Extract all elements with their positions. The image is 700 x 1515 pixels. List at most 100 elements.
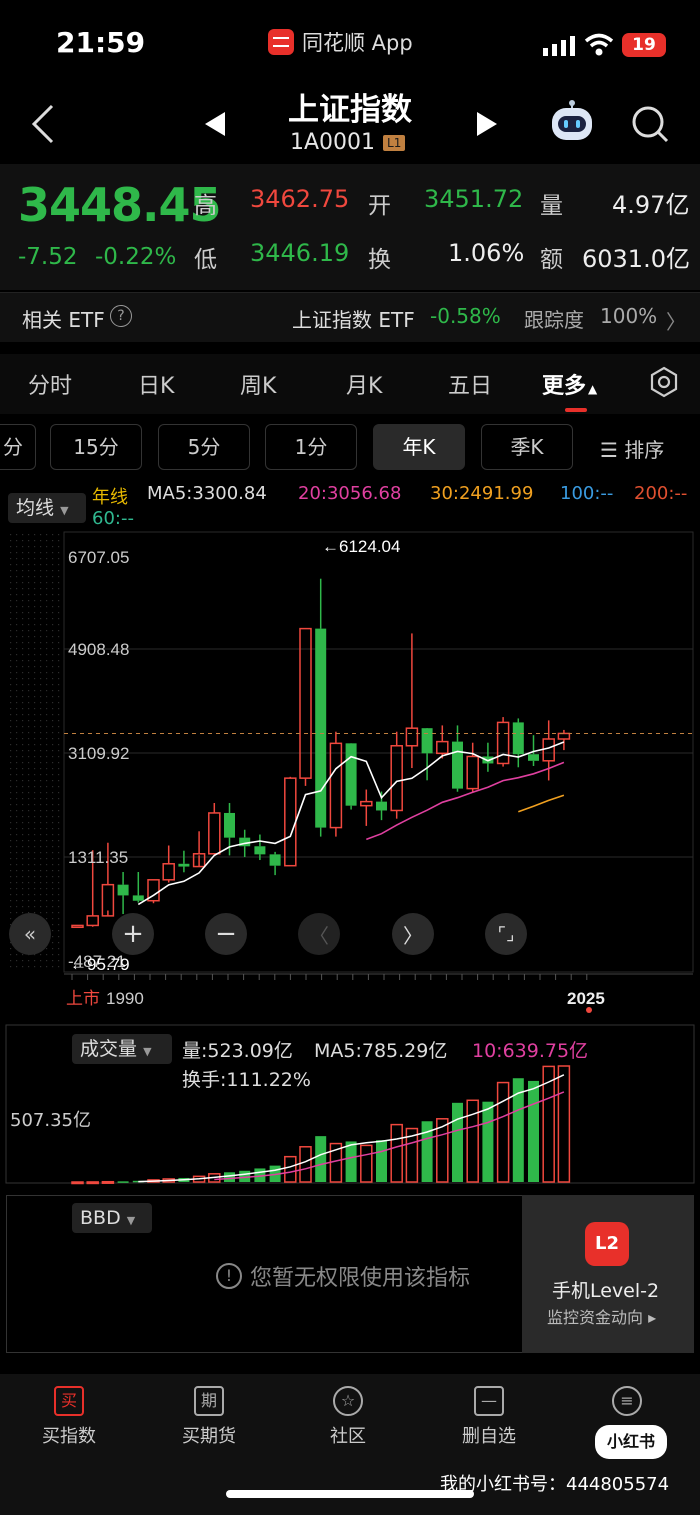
settings-icon[interactable] bbox=[648, 366, 680, 398]
grid-dot bbox=[46, 696, 48, 698]
rewind-button[interactable]: « bbox=[9, 913, 51, 955]
grid-dot bbox=[52, 864, 54, 866]
grid-dot bbox=[10, 846, 12, 848]
grid-dot bbox=[22, 630, 24, 632]
grid-dot bbox=[46, 948, 48, 950]
sort-button[interactable]: ☰ 排序 bbox=[600, 434, 664, 463]
grid-dot bbox=[52, 654, 54, 656]
grid-dot bbox=[40, 798, 42, 800]
grid-dot bbox=[16, 684, 18, 686]
grid-dot bbox=[40, 702, 42, 704]
grid-dot bbox=[58, 948, 60, 950]
volume-indicator-select[interactable]: 成交量 ▼ bbox=[72, 1034, 172, 1064]
help-icon[interactable]: ? bbox=[110, 305, 132, 327]
grid-dot bbox=[16, 804, 18, 806]
grid-dot bbox=[10, 576, 12, 578]
scroll-right-button[interactable]: 〉 bbox=[392, 913, 434, 955]
back-arrow-icon[interactable] bbox=[28, 102, 58, 146]
etf-name[interactable]: 上证指数 ETF bbox=[292, 304, 415, 333]
grid-dot bbox=[28, 576, 30, 578]
candle-body bbox=[360, 800, 373, 807]
tab-monthly-k[interactable]: 月K bbox=[346, 368, 382, 400]
grid-dot bbox=[34, 660, 36, 662]
grid-dot bbox=[52, 894, 54, 896]
nav-buy-index[interactable]: 买 买指数 bbox=[24, 1386, 114, 1448]
status-app-indicator[interactable]: 同花顺 App bbox=[268, 28, 413, 56]
candle-body bbox=[405, 727, 419, 747]
nav-buy-futures[interactable]: 期 买期货 bbox=[164, 1386, 254, 1448]
prev-stock-icon[interactable] bbox=[205, 112, 227, 136]
grid-dot bbox=[34, 774, 36, 776]
zoom-in-button[interactable]: + bbox=[112, 913, 154, 955]
level2-promo-card[interactable] bbox=[522, 1195, 694, 1353]
grid-dot bbox=[10, 696, 12, 698]
grid-dot bbox=[22, 708, 24, 710]
tab-daily-k[interactable]: 日K bbox=[138, 368, 174, 400]
grid-dot bbox=[40, 744, 42, 746]
grid-dot bbox=[16, 558, 18, 560]
fullscreen-button[interactable]: ⌜⌟ bbox=[485, 913, 527, 955]
grid-dot bbox=[58, 732, 60, 734]
grid-dot bbox=[40, 564, 42, 566]
robot-assistant-icon[interactable] bbox=[548, 100, 596, 144]
interval-pill-quarterly-k[interactable]: 季K bbox=[481, 424, 573, 470]
grid-dot bbox=[58, 942, 60, 944]
tab-more[interactable]: 更多 ▲ bbox=[542, 368, 597, 400]
grid-dot bbox=[52, 942, 54, 944]
tab-intraday[interactable]: 分时 bbox=[28, 368, 72, 400]
volume-ma10: 10:639.75亿 bbox=[472, 1040, 589, 1062]
grid-dot bbox=[46, 564, 48, 566]
grid-dot bbox=[28, 846, 30, 848]
grid-dot bbox=[28, 798, 30, 800]
grid-dot bbox=[10, 756, 12, 758]
grid-dot bbox=[58, 852, 60, 854]
chevron-right-icon[interactable]: 〉 bbox=[666, 306, 686, 335]
interval-pill-min[interactable]: 分 bbox=[0, 424, 36, 470]
caret-down-icon: ▼ bbox=[126, 1214, 136, 1227]
interval-pill-15min[interactable]: 15分 bbox=[50, 424, 142, 470]
grid-dot bbox=[52, 948, 54, 950]
info-icon: ! bbox=[216, 1263, 242, 1289]
grid-dot bbox=[10, 672, 12, 674]
interval-pill-5min[interactable]: 5分 bbox=[158, 424, 250, 470]
grid-dot bbox=[28, 588, 30, 590]
grid-dot bbox=[52, 840, 54, 842]
grid-dot bbox=[16, 738, 18, 740]
grid-dot bbox=[40, 822, 42, 824]
grid-dot bbox=[40, 672, 42, 674]
ma-type-select[interactable]: 均线 ▼ bbox=[8, 493, 86, 523]
open-label: 开 bbox=[368, 193, 391, 219]
grid-dot bbox=[58, 564, 60, 566]
grid-dot bbox=[34, 588, 36, 590]
nav-remove-watchlist[interactable]: — 删自选 bbox=[444, 1386, 534, 1448]
wifi-icon bbox=[584, 33, 614, 56]
grid-dot bbox=[52, 558, 54, 560]
tab-weekly-k[interactable]: 周K bbox=[240, 368, 276, 400]
grid-dot bbox=[10, 816, 12, 818]
grid-dot bbox=[46, 648, 48, 650]
nav-community[interactable]: ☆ 社区 bbox=[303, 1386, 393, 1448]
grid-dot bbox=[22, 540, 24, 542]
tab-five-day[interactable]: 五日 bbox=[448, 368, 492, 400]
grid-dot bbox=[52, 852, 54, 854]
grid-dot bbox=[40, 786, 42, 788]
zoom-out-button[interactable]: − bbox=[205, 913, 247, 955]
grid-dot bbox=[22, 702, 24, 704]
bbd-indicator-select[interactable]: BBD ▼ bbox=[72, 1203, 152, 1233]
scroll-left-button[interactable]: 〈 bbox=[298, 913, 340, 955]
grid-dot bbox=[10, 900, 12, 902]
search-icon[interactable] bbox=[630, 104, 670, 144]
grid-dot bbox=[58, 726, 60, 728]
interval-pill-yearly-k[interactable]: 年K bbox=[373, 424, 465, 470]
interval-pill-1min[interactable]: 1分 bbox=[265, 424, 357, 470]
min-annotation: ←95.79 bbox=[70, 955, 130, 974]
kline-chart[interactable]: 6707.054908.483109.921311.35-487.21←6124… bbox=[0, 530, 700, 1020]
nav-more[interactable]: ≡ bbox=[582, 1386, 672, 1422]
grid-dot bbox=[10, 738, 12, 740]
y-tick-label: 1311.35 bbox=[68, 848, 128, 867]
grid-dot bbox=[10, 882, 12, 884]
home-indicator[interactable] bbox=[226, 1490, 474, 1498]
grid-dot bbox=[16, 786, 18, 788]
next-stock-icon[interactable] bbox=[475, 112, 497, 136]
grid-dot bbox=[40, 576, 42, 578]
